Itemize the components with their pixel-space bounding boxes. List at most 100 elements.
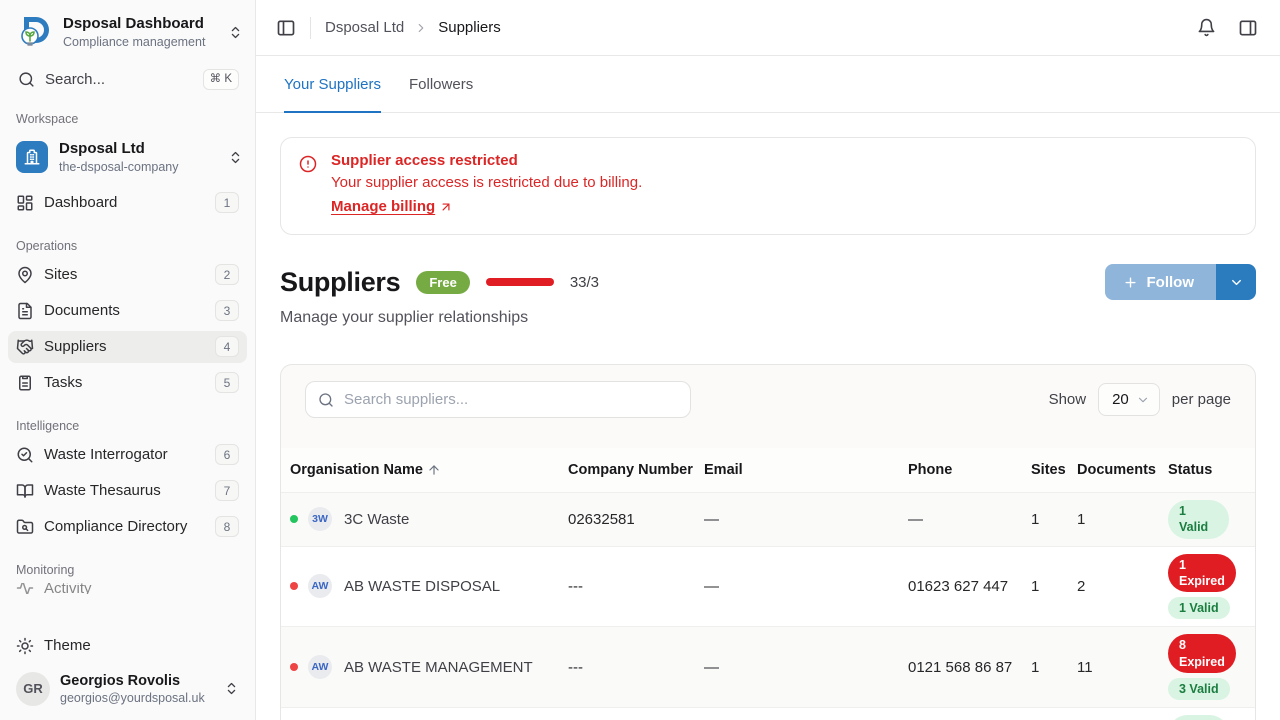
company-number-cell: 02632581 — [568, 505, 704, 534]
supplier-avatar: AW — [308, 655, 332, 679]
app-switcher[interactable]: Dsposal Dashboard Compliance management — [0, 0, 255, 61]
shortcut-badge: 4 — [215, 336, 239, 357]
sites-cell: 1 — [1031, 505, 1077, 534]
breadcrumb-current: Suppliers — [438, 19, 501, 36]
page-title: Suppliers — [280, 267, 400, 298]
sidebar-item-label: Compliance Directory — [44, 518, 205, 535]
page-subtitle: Manage your supplier relationships — [280, 309, 1256, 327]
manage-billing-link[interactable]: Manage billing — [331, 198, 453, 215]
table-row[interactable]: AW ACM Waste Management --- — 08700 7775… — [281, 707, 1255, 720]
follow-button[interactable]: Follow — [1105, 264, 1217, 300]
tab-followers[interactable]: Followers — [409, 56, 473, 112]
chevrons-up-down-icon — [228, 25, 243, 40]
column-header-status[interactable]: Status — [1168, 462, 1229, 478]
company-number-cell: --- — [568, 572, 704, 601]
sort-arrow-up-icon — [427, 463, 441, 477]
chevron-right-icon — [414, 21, 428, 35]
book-open-icon — [16, 482, 34, 500]
chevrons-up-down-icon — [224, 681, 239, 696]
search-label: Search... — [45, 71, 193, 88]
shortcut-badge: 1 — [215, 192, 239, 213]
breadcrumb-workspace[interactable]: Dsposal Ltd — [325, 19, 404, 36]
page-size-select[interactable]: 20 — [1098, 383, 1160, 416]
usage-progress-bar — [486, 278, 554, 286]
sidebar: Dsposal Dashboard Compliance management … — [0, 0, 256, 720]
supplier-avatar: 3W — [308, 507, 332, 531]
user-menu[interactable]: GR Georgios Rovolis georgios@yourdsposal… — [8, 666, 247, 712]
search-icon — [318, 392, 334, 408]
sidebar-toggle-button[interactable] — [272, 14, 300, 42]
sidebar-item-label: Waste Interrogator — [44, 446, 205, 463]
column-header-sites[interactable]: Sites — [1031, 462, 1077, 478]
app-logo-icon — [16, 14, 53, 51]
search-trigger[interactable]: Search... ⌘ K — [0, 61, 255, 96]
sidebar-item-label: Sites — [44, 266, 205, 283]
user-email: georgios@yourdsposal.uk — [60, 690, 214, 706]
follow-split-button[interactable]: Follow — [1105, 264, 1257, 300]
circle-alert-icon — [299, 152, 317, 216]
sidebar-item-waste-thesaurus[interactable]: Waste Thesaurus 7 — [8, 475, 247, 507]
company-number-cell: --- — [568, 653, 704, 682]
manage-billing-label: Manage billing — [331, 198, 435, 215]
page-size-value: 20 — [1112, 391, 1129, 408]
supplier-name: 3C Waste — [344, 511, 409, 528]
theme-label: Theme — [44, 637, 239, 654]
status-badge: 8 Expired — [1168, 634, 1236, 673]
bell-icon — [1197, 18, 1216, 37]
column-header-email[interactable]: Email — [704, 462, 908, 478]
column-header-phone[interactable]: Phone — [908, 462, 1031, 478]
shortcut-badge: 8 — [215, 516, 239, 537]
sidebar-item-suppliers[interactable]: Suppliers 4 — [8, 331, 247, 363]
search-check-icon — [16, 446, 34, 464]
status-badge: 1 Valid — [1168, 500, 1229, 539]
search-icon — [18, 71, 35, 88]
follow-dropdown-button[interactable] — [1216, 264, 1256, 300]
app-subtitle: Compliance management — [63, 34, 218, 50]
handshake-icon — [16, 338, 34, 356]
sidebar-item-label: Activity — [44, 583, 239, 594]
table-row[interactable]: AW AB WASTE DISPOSAL --- — 01623 627 447… — [281, 546, 1255, 627]
sites-cell: 1 — [1031, 572, 1077, 601]
column-header-company[interactable]: Company Number — [568, 462, 704, 478]
sidebar-item-label: Suppliers — [44, 338, 205, 355]
sidebar-item-tasks[interactable]: Tasks 5 — [8, 367, 247, 399]
sidebar-item-waste-interrogator[interactable]: Waste Interrogator 6 — [8, 439, 247, 471]
show-label: Show — [1049, 391, 1087, 408]
workspace-switcher[interactable]: Dsposal Ltd the-dsposal-company — [0, 132, 255, 183]
layout-dashboard-icon — [16, 194, 34, 212]
supplier-name: AB WASTE DISPOSAL — [344, 578, 500, 595]
content: Supplier access restricted Your supplier… — [256, 113, 1280, 720]
workspace-icon — [16, 141, 48, 173]
table-toolbar: Show 20 per page — [281, 365, 1255, 448]
follow-label: Follow — [1147, 274, 1195, 291]
map-pin-icon — [16, 266, 34, 284]
column-header-documents[interactable]: Documents — [1077, 462, 1168, 478]
divider — [310, 17, 311, 39]
sidebar-item-sites[interactable]: Sites 2 — [8, 259, 247, 291]
suppliers-search-input[interactable] — [344, 391, 678, 408]
status-badge: 1 Valid — [1168, 597, 1230, 619]
right-panel-toggle-button[interactable] — [1234, 14, 1262, 42]
tab-bar: Your Suppliers Followers — [256, 56, 1280, 113]
sidebar-item-compliance-directory[interactable]: Compliance Directory 8 — [8, 511, 247, 543]
app-window: Dsposal Dashboard Compliance management … — [0, 0, 1280, 720]
supplier-name: AB WASTE MANAGEMENT — [344, 659, 533, 676]
column-header-organisation[interactable]: Organisation Name — [290, 462, 568, 478]
sidebar-item-activity[interactable]: Activity — [8, 583, 247, 594]
sidebar-item-dashboard[interactable]: Dashboard 1 — [8, 187, 247, 219]
chevron-down-icon — [1136, 393, 1150, 407]
notifications-button[interactable] — [1192, 14, 1220, 42]
chevrons-up-down-icon — [228, 150, 243, 165]
plus-icon — [1123, 275, 1138, 290]
table-row[interactable]: AW AB WASTE MANAGEMENT --- — 0121 568 86… — [281, 626, 1255, 707]
sidebar-item-label: Tasks — [44, 374, 205, 391]
activity-icon — [16, 583, 34, 594]
sidebar-item-documents[interactable]: Documents 3 — [8, 295, 247, 327]
status-dot — [290, 582, 298, 590]
main-area: Dsposal Ltd Suppliers Your Suppliers Fol… — [256, 0, 1280, 720]
tab-your-suppliers[interactable]: Your Suppliers — [284, 56, 381, 112]
section-intelligence: Intelligence — [8, 403, 247, 439]
table-row[interactable]: 3W 3C Waste 02632581 — — 1 1 1 Valid — [281, 492, 1255, 546]
theme-toggle[interactable]: Theme — [8, 630, 247, 662]
suppliers-search-box[interactable] — [305, 381, 691, 418]
